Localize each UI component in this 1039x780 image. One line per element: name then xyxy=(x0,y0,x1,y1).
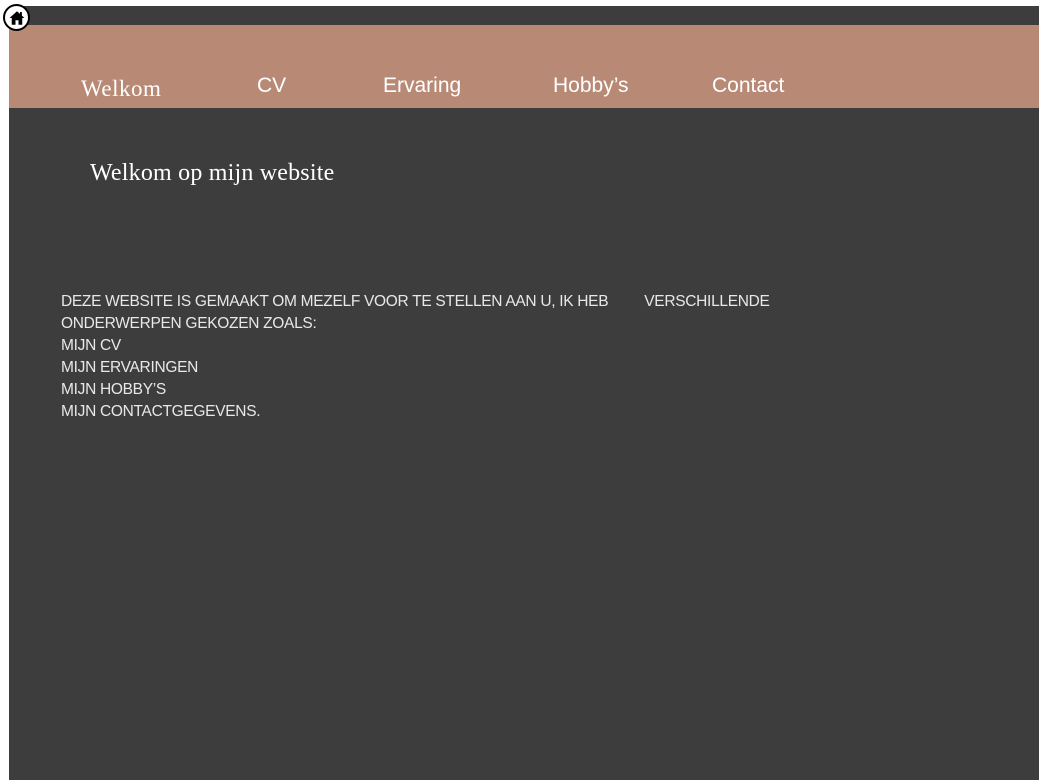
intro-line-2: ONDERWERPEN GEKOZEN ZOALS: xyxy=(61,315,317,332)
intro-line-1-part-1: DEZE WEBSITE IS GEMAAKT OM MEZELF VOOR T… xyxy=(61,293,609,310)
page-title: Welkom op mijn website xyxy=(90,160,335,186)
nav-item-cv[interactable]: CV xyxy=(257,73,286,99)
intro-text: DEZE WEBSITE IS GEMAAKT OM MEZELF VOOR T… xyxy=(61,291,770,423)
home-icon xyxy=(9,10,24,25)
top-strip xyxy=(9,6,1039,25)
topic-list-item: MIJN CV xyxy=(61,337,121,354)
nav-item-ervaring[interactable]: Ervaring xyxy=(383,73,461,99)
topic-list-item: MIJN ERVARINGEN xyxy=(61,359,199,376)
nav-bar: Welkom CV Ervaring Hobby’s Contact xyxy=(9,25,1039,108)
intro-line-1-part-2: VERSCHILLENDE xyxy=(644,293,770,310)
nav-item-hobbys[interactable]: Hobby’s xyxy=(553,73,629,99)
nav-item-welkom[interactable]: Welkom xyxy=(81,76,161,102)
topic-list-item: MIJN HOBBY’S xyxy=(61,381,166,398)
intro-line-1: DEZE WEBSITE IS GEMAAKT OM MEZELF VOOR T… xyxy=(61,291,770,313)
nav-item-contact[interactable]: Contact xyxy=(712,73,784,99)
home-button[interactable] xyxy=(3,4,30,31)
page-canvas: Welkom CV Ervaring Hobby’s Contact Welko… xyxy=(9,6,1039,780)
topic-list-item: MIJN CONTACTGEGEVENS. xyxy=(61,403,261,420)
